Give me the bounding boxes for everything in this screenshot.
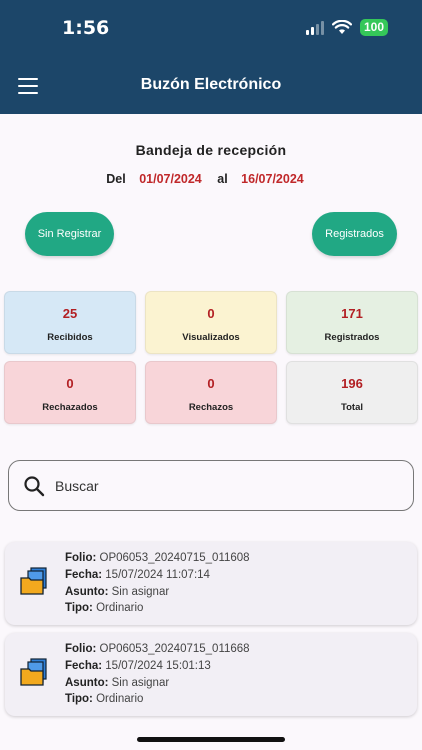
app-header: 1:56 100 Buzón Electrónico bbox=[0, 0, 422, 114]
status-icons: 100 bbox=[305, 19, 388, 36]
stat-value: 0 bbox=[207, 306, 215, 321]
stat-label: Registrados bbox=[324, 332, 380, 343]
stat-value: 171 bbox=[341, 306, 363, 321]
item-folio: Folio: OP06053_20240715_011608 bbox=[65, 552, 250, 564]
item-tipo: Tipo: Ordinario bbox=[65, 602, 144, 615]
stat-card-registered[interactable]: 171 Registrados bbox=[286, 291, 418, 354]
item-folio: Folio: OP06053_20240715_011668 bbox=[65, 643, 250, 655]
stat-card-received[interactable]: 25 Recibidos bbox=[4, 291, 136, 354]
stat-label: Rechazados bbox=[42, 402, 98, 413]
stat-label: Visualizados bbox=[182, 332, 240, 343]
search-box[interactable] bbox=[8, 460, 414, 511]
inbox-title: Bandeja de recepción bbox=[135, 142, 287, 158]
stat-card-total[interactable]: 196 Total bbox=[286, 361, 418, 424]
from-date[interactable]: 01/07/2024 bbox=[139, 172, 202, 186]
unregistered-button[interactable]: Sin Registrar bbox=[25, 212, 114, 256]
stat-card-viewed[interactable]: 0 Visualizados bbox=[145, 291, 277, 354]
registered-button[interactable]: Registrados bbox=[312, 212, 397, 256]
stat-value: 196 bbox=[341, 376, 363, 391]
signal-icon bbox=[305, 20, 324, 35]
status-time: 1:56 bbox=[62, 17, 110, 39]
stat-label: Recibidos bbox=[47, 332, 93, 343]
list-item[interactable]: Folio: OP06053_20240715_011608 Fecha: 15… bbox=[5, 542, 417, 625]
stat-value: 0 bbox=[66, 376, 74, 391]
item-fecha: Fecha: 15/07/2024 15:01:13 bbox=[65, 659, 211, 672]
search-icon bbox=[24, 476, 45, 497]
wifi-icon bbox=[331, 20, 352, 34]
battery-icon: 100 bbox=[359, 19, 388, 36]
stat-card-rejections[interactable]: 0 Rechazos bbox=[145, 361, 277, 424]
stat-label: Total bbox=[341, 402, 363, 413]
from-label: Del bbox=[106, 172, 126, 186]
stat-value: 0 bbox=[207, 376, 215, 391]
folder-documents-icon bbox=[20, 658, 47, 686]
to-date[interactable]: 16/07/2024 bbox=[241, 172, 304, 186]
home-indicator[interactable] bbox=[137, 737, 285, 742]
stat-label: Rechazos bbox=[188, 402, 234, 413]
to-label: al bbox=[217, 172, 228, 186]
stat-value: 25 bbox=[62, 306, 78, 321]
list-item[interactable]: Folio: OP06053_20240715_011668 Fecha: 15… bbox=[5, 633, 417, 716]
item-tipo: Tipo: Ordinario bbox=[65, 693, 144, 706]
stat-card-rejected[interactable]: 0 Rechazados bbox=[4, 361, 136, 424]
date-range: Del 01/07/2024 al 16/07/2024 bbox=[0, 172, 422, 186]
item-fecha: Fecha: 15/07/2024 11:07:14 bbox=[65, 568, 210, 581]
search-input[interactable] bbox=[55, 475, 395, 497]
folder-documents-icon bbox=[20, 567, 47, 595]
item-asunto: Asunto: Sin asignar bbox=[65, 676, 170, 689]
item-asunto: Asunto: Sin asignar bbox=[65, 585, 170, 598]
page-title: Buzón Electrónico bbox=[140, 76, 282, 93]
